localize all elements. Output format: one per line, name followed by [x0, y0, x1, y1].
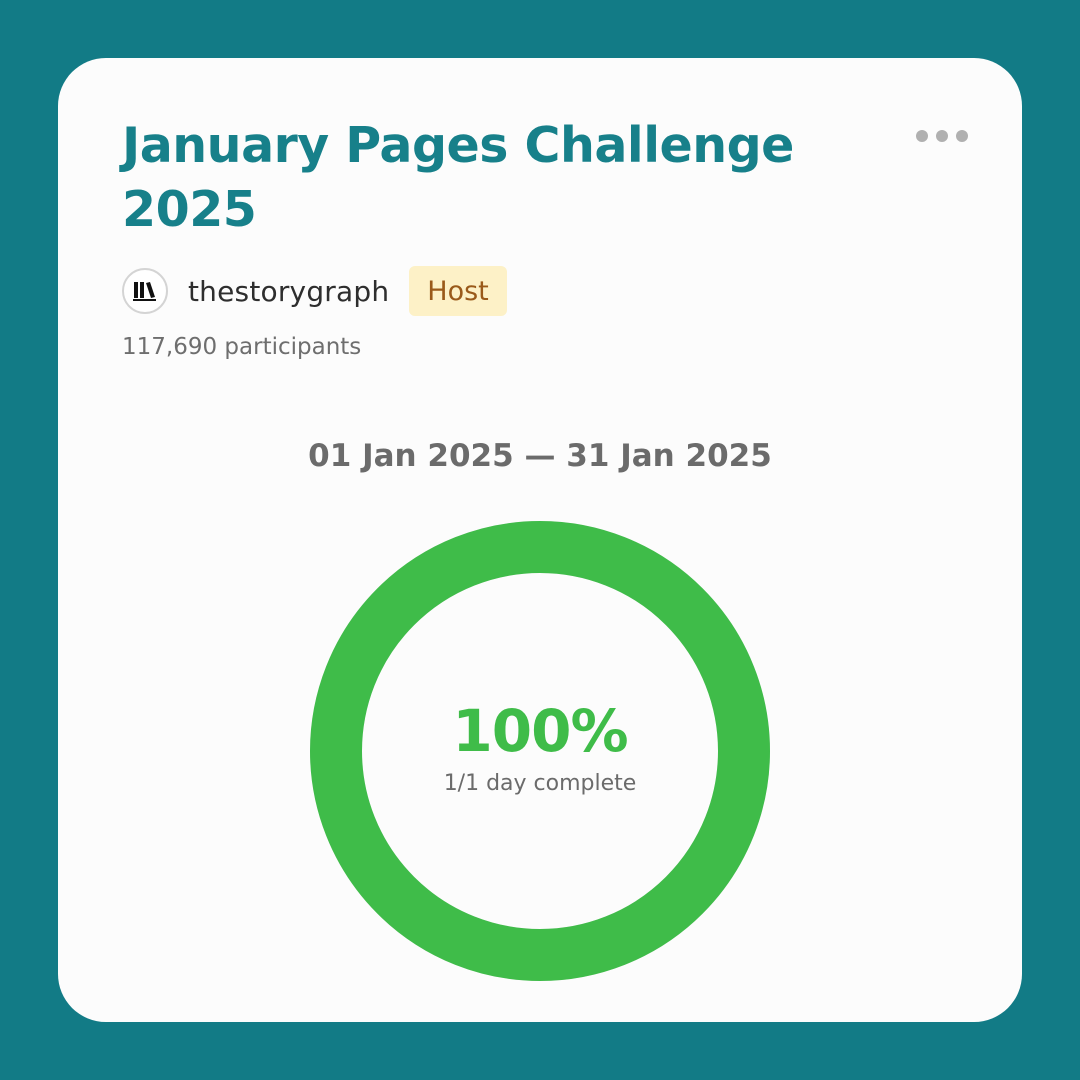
- progress-caption: 1/1 day complete: [443, 771, 637, 796]
- date-range: 01 Jan 2025 — 31 Jan 2025: [308, 438, 772, 474]
- progress-ring: 100% 1/1 day complete: [310, 521, 770, 981]
- progress-percent: 100%: [452, 697, 628, 765]
- more-dot: [956, 130, 968, 142]
- host-name-link[interactable]: thestorygraph: [188, 275, 389, 308]
- books-logo-icon: [133, 282, 156, 301]
- challenge-title: January Pages Challenge 2025: [122, 117, 794, 238]
- more-options-button[interactable]: [916, 124, 968, 148]
- avatar[interactable]: [122, 268, 168, 314]
- host-row: thestorygraph Host: [122, 265, 507, 317]
- challenge-card: January Pages Challenge 2025 thestorygra…: [58, 58, 1022, 1022]
- more-dot: [936, 130, 948, 142]
- participant-count: 117,690 participants: [122, 334, 362, 360]
- more-horizontal-icon: [916, 130, 928, 142]
- host-badge: Host: [409, 266, 507, 316]
